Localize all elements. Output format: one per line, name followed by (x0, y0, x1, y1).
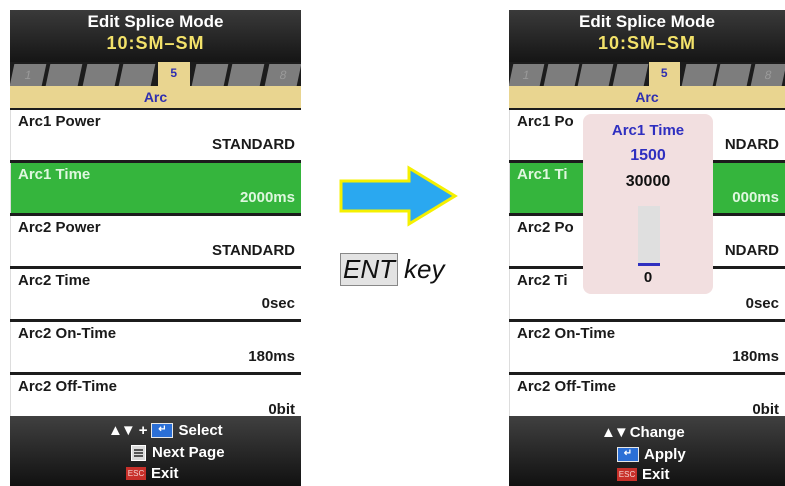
footer-select-label: Select (178, 422, 223, 439)
screen-title: Edit Splice Mode (87, 12, 224, 31)
list-item[interactable]: Arc2 Power STANDARD (10, 216, 301, 266)
list-item[interactable]: Arc1 Power STANDARD (10, 110, 301, 160)
ent-key-caption: ENT key (340, 253, 444, 286)
footer-exit-row: ESC Exit (126, 465, 179, 482)
tab-6[interactable] (191, 64, 229, 86)
tab-5[interactable]: 5 (649, 62, 680, 86)
esc-key-icon: ESC (126, 467, 146, 480)
settings-list: Arc1 Power STANDARD Arc1 Time 2000ms Arc… (10, 110, 301, 428)
tab-7[interactable] (227, 64, 265, 86)
section-title: Arc (509, 86, 785, 108)
section-title: Arc (10, 86, 301, 108)
value-edit-popup[interactable]: Arc1 Time 1500 30000 0 (583, 114, 713, 294)
up-down-arrows-icon: ▲▼ (601, 424, 629, 441)
footer-nextpage-label: Next Page (152, 444, 225, 461)
tab-4[interactable] (612, 64, 648, 86)
tab-8[interactable]: 8 (264, 64, 301, 86)
list-item[interactable]: Arc2 Time 0sec (10, 269, 301, 319)
item-label: Arc2 Off-Time (517, 378, 616, 395)
list-item[interactable]: Arc2 On-Time 180ms (509, 322, 785, 372)
up-down-arrows-icon: ▲▼ (108, 422, 136, 439)
tab-1[interactable]: 1 (10, 64, 47, 86)
footer-exit-label: Exit (151, 465, 179, 482)
ent-key-name: ENT (340, 253, 398, 286)
enter-key-icon: ↵ (617, 447, 639, 462)
enter-key-icon: ↵ (151, 423, 174, 438)
footer-exit-row: ESC Exit (617, 466, 670, 483)
item-label: Arc1 Time (18, 166, 91, 183)
footer-change-row: ▲▼ Change (601, 424, 685, 441)
title-area: Edit Splice Mode 10:SM–SM (509, 10, 785, 62)
item-label: Arc1 Po (517, 113, 574, 130)
popup-current-value[interactable]: 1500 (583, 147, 713, 165)
footer-help: ▲▼ Change ↵ Apply ESC Exit (509, 416, 785, 486)
item-label: Arc2 On-Time (18, 325, 117, 342)
screen-subtitle: 10:SM–SM (597, 33, 697, 53)
tab-6[interactable] (681, 64, 717, 86)
item-label: Arc2 Power (18, 219, 101, 236)
item-value: 000ms (732, 189, 779, 206)
item-value: 0sec (261, 295, 295, 312)
item-value: NDARD (724, 136, 779, 153)
popup-title: Arc1 Time (611, 122, 685, 139)
item-label: Arc2 On-Time (517, 325, 616, 342)
footer-select-row: ▲▼ + ↵ Select (108, 422, 223, 439)
right-screen: Edit Splice Mode 10:SM–SM 1 5 8 Arc Arc1… (509, 10, 785, 486)
tab-2[interactable] (543, 64, 579, 86)
item-label: Arc1 Power (18, 113, 101, 130)
tab-3[interactable] (82, 64, 120, 86)
tab-1[interactable]: 1 (509, 64, 544, 86)
value-gauge[interactable] (638, 206, 660, 266)
footer-apply-row: ↵ Apply (617, 446, 686, 463)
item-value: 180ms (732, 348, 779, 365)
title-area: Edit Splice Mode 10:SM–SM (10, 10, 301, 62)
item-value: 0sec (745, 295, 779, 312)
plus-icon: + (138, 422, 148, 439)
left-screen: Edit Splice Mode 10:SM–SM 1 5 8 Arc Arc1… (10, 10, 301, 486)
item-value: STANDARD (211, 242, 295, 259)
screen-subtitle: 10:SM–SM (106, 33, 205, 53)
footer-nextpage-row: Next Page (131, 444, 225, 461)
item-label: Arc1 Ti (517, 166, 568, 183)
screen-title: Edit Splice Mode (578, 12, 716, 31)
tab-7[interactable] (715, 64, 751, 86)
item-value: NDARD (724, 242, 779, 259)
item-value: 180ms (248, 348, 295, 365)
tab-4[interactable] (118, 64, 156, 86)
gauge-fill (638, 263, 660, 266)
item-label: Arc2 Time (18, 272, 91, 289)
item-label: Arc2 Po (517, 219, 574, 236)
list-item-selected[interactable]: Arc1 Time 2000ms (10, 163, 301, 213)
tab-8[interactable]: 8 (750, 64, 785, 86)
tab-2[interactable] (46, 64, 84, 86)
page-tabs: 1 5 8 (509, 62, 785, 86)
tab-3[interactable] (577, 64, 613, 86)
item-label: Arc2 Off-Time (18, 378, 117, 395)
ent-key-suffix: key (404, 254, 445, 284)
tab-5[interactable]: 5 (157, 62, 190, 86)
footer-change-label: Change (629, 424, 685, 441)
footer-help: ▲▼ + ↵ Select Next Page ESC Exit (10, 416, 301, 486)
esc-key-icon: ESC (617, 468, 637, 481)
item-value: 2000ms (239, 189, 295, 206)
popup-max-value: 30000 (625, 173, 671, 190)
right-arrow-icon (339, 165, 458, 227)
list-item[interactable]: Arc2 On-Time 180ms (10, 322, 301, 372)
page-tabs: 1 5 8 (10, 62, 301, 86)
footer-exit-label: Exit (642, 466, 670, 483)
footer-apply-label: Apply (644, 446, 686, 463)
item-label: Arc2 Ti (517, 272, 568, 289)
item-value: STANDARD (211, 136, 295, 153)
popup-min-value: 0 (643, 269, 653, 286)
page-icon (131, 444, 146, 461)
